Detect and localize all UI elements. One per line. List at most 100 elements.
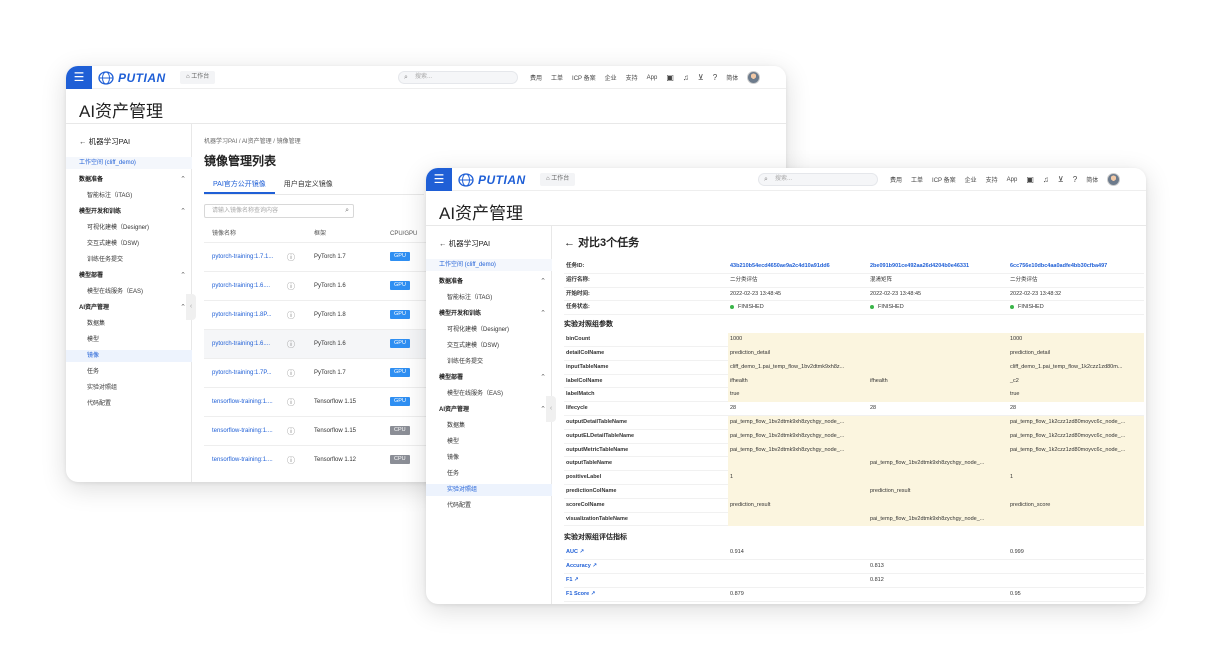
table-row[interactable]: pytorch-training:1.6.... ⓘ PyTorch 1.6 GPU xyxy=(204,271,434,300)
image-name-link[interactable]: pytorch-training:1.8P... xyxy=(212,301,278,330)
sidebar-item-experiments[interactable]: 实验对照组 xyxy=(66,382,192,394)
sidebar-item-tasks[interactable]: 任务 xyxy=(66,366,192,378)
bell-icon[interactable]: ♫ xyxy=(683,73,689,82)
sidebar-group-deploy[interactable]: 模型部署 ⌃ xyxy=(426,372,552,384)
sidebar-item-training-submit[interactable]: 训练任务提交 xyxy=(66,254,192,266)
sidebar-item-dsw[interactable]: 交互式建模（DSW) xyxy=(66,238,192,250)
sidebar-item-designer[interactable]: 可视化建模（Designer) xyxy=(66,222,192,234)
sidebar-item-itag[interactable]: 智能标注（iTAG) xyxy=(426,292,552,304)
bell-icon[interactable]: ♫ xyxy=(1043,175,1049,184)
sidebar-group-deploy[interactable]: 模型部署 ⌃ xyxy=(66,270,192,282)
nav-link-enterprise[interactable]: 企业 xyxy=(965,175,977,184)
cart-icon[interactable]: ⊻ xyxy=(1058,175,1064,184)
chart-link-icon[interactable]: ↗ xyxy=(579,549,584,555)
table-row[interactable]: pytorch-training:1.7P... ⓘ PyTorch 1.7 GPU xyxy=(204,358,434,387)
info-icon[interactable]: ⓘ xyxy=(287,388,295,417)
sidebar-group-model-dev[interactable]: 模型开发和训练 ⌃ xyxy=(66,206,192,218)
workspace-selector[interactable]: 工作空间 (cliff_demo) xyxy=(66,157,192,169)
sidebar-group-model-dev[interactable]: 模型开发和训练 ⌃ xyxy=(426,308,552,320)
sidebar-item-images[interactable]: 镜像 xyxy=(426,452,552,464)
chart-link-icon[interactable]: ↗ xyxy=(591,591,596,597)
screen-icon[interactable]: ▣ xyxy=(1026,175,1034,184)
hamburger-menu-icon[interactable]: ☰ xyxy=(66,66,92,89)
chart-link-icon[interactable]: ↗ xyxy=(592,563,597,569)
table-row[interactable]: pytorch-training:1.8P... ⓘ PyTorch 1.8 GPU xyxy=(204,300,434,329)
tab-official-images[interactable]: PAI官方公开镜像 xyxy=(204,178,275,194)
language-switch[interactable]: 简体 xyxy=(726,73,738,82)
info-icon[interactable]: ⓘ xyxy=(287,330,295,359)
language-switch[interactable]: 简体 xyxy=(1086,175,1098,184)
screen-icon[interactable]: ▣ xyxy=(666,73,674,82)
nav-link-fees[interactable]: 费用 xyxy=(890,175,902,184)
image-name-link[interactable]: pytorch-training:1.7.1... xyxy=(212,243,278,272)
sidebar-item-designer[interactable]: 可视化建模（Designer) xyxy=(426,324,552,336)
nav-link-support[interactable]: 支持 xyxy=(626,73,638,82)
help-icon[interactable]: ? xyxy=(1073,175,1077,184)
table-row[interactable]: pytorch-training:1.6.... ⓘ PyTorch 1.6 GPU xyxy=(204,329,434,358)
sidebar-group-data-prep[interactable]: 数据准备 ⌃ xyxy=(66,174,192,186)
image-name-link[interactable]: pytorch-training:1.7P... xyxy=(212,359,278,388)
chart-link-icon[interactable]: ↗ xyxy=(574,577,579,583)
sidebar-item-eas[interactable]: 模型在线服务（EAS) xyxy=(66,286,192,298)
info-icon[interactable]: ⓘ xyxy=(287,359,295,388)
compare-value[interactable]: 6cc756e10dbc4aa0adfe4bb30cfba497 xyxy=(1008,260,1144,274)
nav-link-tickets[interactable]: 工单 xyxy=(911,175,923,184)
avatar[interactable] xyxy=(747,71,761,84)
workbench-button[interactable]: ⌂ 工作台 xyxy=(540,173,576,186)
sidebar-item-training-submit[interactable]: 训练任务提交 xyxy=(426,356,552,368)
global-search-input[interactable]: ⌕ 搜索... xyxy=(398,71,518,84)
sidebar-back-link[interactable]: ← 机器学习PAI xyxy=(79,136,130,147)
tab-custom-images[interactable]: 用户自定义镜像 xyxy=(275,178,342,194)
nav-link-icp[interactable]: ICP 备案 xyxy=(572,73,596,82)
avatar[interactable] xyxy=(1107,173,1121,186)
nav-link-enterprise[interactable]: 企业 xyxy=(605,73,617,82)
cart-icon[interactable]: ⊻ xyxy=(698,73,704,82)
image-name-link[interactable]: tensorflow-training:1.... xyxy=(212,417,278,446)
sidebar-group-ai-assets[interactable]: AI资产管理 ⌃ xyxy=(426,404,552,416)
nav-link-tickets[interactable]: 工单 xyxy=(551,73,563,82)
image-name-link[interactable]: tensorflow-training:1.... xyxy=(212,388,278,417)
table-row[interactable]: pytorch-training:1.7.1... ⓘ PyTorch 1.7 GPU xyxy=(204,242,434,271)
image-name-link[interactable]: pytorch-training:1.6.... xyxy=(212,330,278,359)
info-icon[interactable]: ⓘ xyxy=(287,301,295,330)
metric-key[interactable]: F1 Score ↗ xyxy=(564,588,728,602)
workbench-button[interactable]: ⌂ 工作台 xyxy=(180,71,216,84)
sidebar-group-data-prep[interactable]: 数据准备 ⌃ xyxy=(426,276,552,288)
sidebar-item-code-config[interactable]: 代码配置 xyxy=(66,398,192,410)
sidebar-group-ai-assets[interactable]: AI资产管理 ⌃ xyxy=(66,302,192,314)
info-icon[interactable]: ⓘ xyxy=(287,417,295,446)
compare-value[interactable]: 2be091b901ce492aa26d4204b0e46331 xyxy=(868,260,1008,274)
brand-logo[interactable]: PUTIAN xyxy=(458,171,526,188)
hamburger-menu-icon[interactable]: ☰ xyxy=(426,168,452,191)
metric-key[interactable]: AUC ↗ xyxy=(564,546,728,560)
info-icon[interactable]: ⓘ xyxy=(287,272,295,301)
sidebar-item-code-config[interactable]: 代码配置 xyxy=(426,500,552,512)
info-icon[interactable]: ⓘ xyxy=(287,446,295,475)
sidebar-item-experiments[interactable]: 实验对照组 xyxy=(426,484,552,496)
metric-key[interactable]: F1 ↗ xyxy=(564,574,728,588)
table-row[interactable]: tensorflow-training:1.... ⓘ Tensorflow 1.1… xyxy=(204,445,434,474)
info-icon[interactable]: ⓘ xyxy=(287,243,295,272)
image-name-link[interactable]: tensorflow-training:1.... xyxy=(212,446,278,475)
sidebar-item-images[interactable]: 镜像 xyxy=(66,350,192,362)
nav-link-app[interactable]: App xyxy=(647,75,658,81)
nav-link-icp[interactable]: ICP 备案 xyxy=(932,175,956,184)
global-search-input[interactable]: ⌕ 搜索... xyxy=(758,173,878,186)
sidebar-item-eas[interactable]: 模型在线服务（EAS) xyxy=(426,388,552,400)
sidebar-item-datasets[interactable]: 数据集 xyxy=(426,420,552,432)
image-search-input[interactable]: 请输入镜像名称查询内容 ⌕ xyxy=(204,204,354,218)
help-icon[interactable]: ? xyxy=(713,73,717,82)
sidebar-item-itag[interactable]: 智能标注（iTAG) xyxy=(66,190,192,202)
sidebar-item-models[interactable]: 模型 xyxy=(426,436,552,448)
sidebar-item-models[interactable]: 模型 xyxy=(66,334,192,346)
workspace-selector[interactable]: 工作空间 (cliff_demo) xyxy=(426,259,552,271)
table-row[interactable]: tensorflow-training:1.... ⓘ Tensorflow 1.1… xyxy=(204,416,434,445)
back-arrow-icon[interactable]: ← xyxy=(564,237,575,249)
nav-link-support[interactable]: 支持 xyxy=(986,175,998,184)
nav-link-app[interactable]: App xyxy=(1007,177,1018,183)
sidebar-back-link[interactable]: ← 机器学习PAI xyxy=(439,238,490,249)
nav-link-fees[interactable]: 费用 xyxy=(530,73,542,82)
brand-logo[interactable]: PUTIAN xyxy=(98,69,166,86)
image-name-link[interactable]: pytorch-training:1.6.... xyxy=(212,272,278,301)
compare-value[interactable]: 43b210b54ecd4650ae9a2c4d10a91dd6 xyxy=(728,260,868,274)
